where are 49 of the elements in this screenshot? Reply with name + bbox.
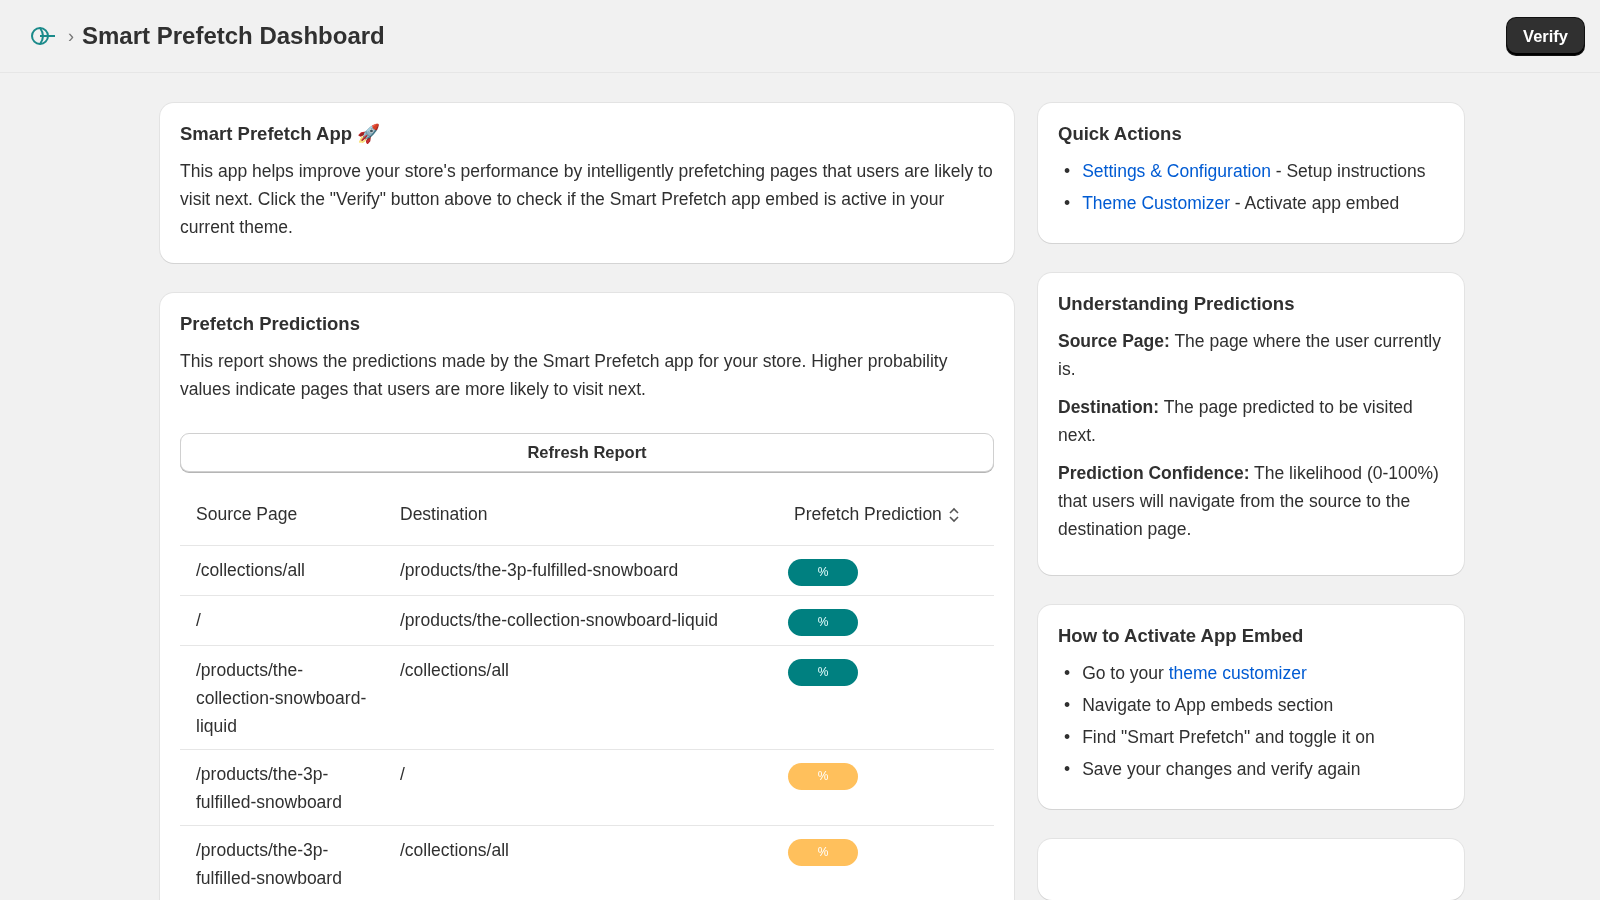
table-cell: /products/the-3p-fulfilled-snowboard [180,825,384,900]
list-item: Navigate to App embeds section [1082,694,1334,717]
bullet: • [1064,160,1071,183]
table-cell: / [384,749,778,826]
table-cell: /collections/all [384,825,778,900]
table-cell: /products/the-collection-snowboard-liquid [384,595,778,646]
bullet: • [1064,694,1071,717]
table-cell: /collections/all [180,545,384,596]
card-title: Understanding Predictions [1058,293,1296,315]
page-title: Smart Prefetch Dashboard [82,22,386,50]
breadcrumb-separator: › [68,25,74,47]
table-cell: /products/the-3p-fulfilled-snowboard [180,749,384,826]
column-header: Source Page [180,486,384,546]
sort-icon [947,506,960,523]
card-title: Quick Actions [1058,123,1183,145]
bullet: • [1064,758,1071,781]
prediction-badge: % [788,763,858,790]
table-cell: /products/the-collection-snowboard-liquid [180,645,384,750]
prediction-badge: % [788,559,858,586]
prediction-badge: % [788,659,858,686]
link[interactable]: Theme Customizer [1082,193,1230,213]
list-item: Theme Customizer - Activate app embed [1082,192,1400,215]
link[interactable]: Settings & Configuration [1082,161,1271,181]
card-title: Prefetch Predictions [180,313,361,335]
prediction-badge: % [788,609,858,636]
card-title: Smart Prefetch App 🚀 [180,123,382,145]
card-title: How to Activate App Embed [1058,625,1305,647]
list-item: Go to your theme customizer [1082,662,1307,685]
card-description: This app helps improve your store's performance by intelligently prefetching pages that users are likely to visit next. Click the "Verify" button above to check if the Smart Prefetch app embed is active in your current theme. [180,160,994,239]
definition-text: Prediction Confidence: The likelihood (0-100%) that users will navigate from the source to the destination page. [1058,462,1440,541]
list-item: Settings & Configuration - Setup instructions [1082,160,1426,183]
bullet: • [1064,662,1071,685]
column-header: Destination [384,486,778,546]
verify-button[interactable]: Verify [1507,17,1584,55]
definition-text: Destination: The page predicted to be visited next. [1058,396,1414,447]
column-header[interactable]: Prefetch Prediction [794,504,960,525]
link[interactable]: theme customizer [1168,663,1307,683]
bullet: • [1064,192,1071,215]
refresh-report-button[interactable]: Refresh Report [180,433,994,472]
table-cell: /collections/all [384,645,778,750]
table-cell: /products/the-3p-fulfilled-snowboard [384,545,778,596]
list-item: Find "Smart Prefetch" and toggle it on [1082,726,1375,749]
prediction-badge: % [788,839,858,866]
definition-text: Source Page: The page where the user currently is. [1058,330,1442,381]
card-description: This report shows the predictions made by the Smart Prefetch app for your store. Higher probability values indicate pages that users are more likely to visit next. [180,350,949,401]
app-logo-icon [30,25,56,47]
bullet: • [1064,726,1071,749]
list-item: Save your changes and verify again [1082,758,1361,781]
table-cell: / [180,595,384,646]
